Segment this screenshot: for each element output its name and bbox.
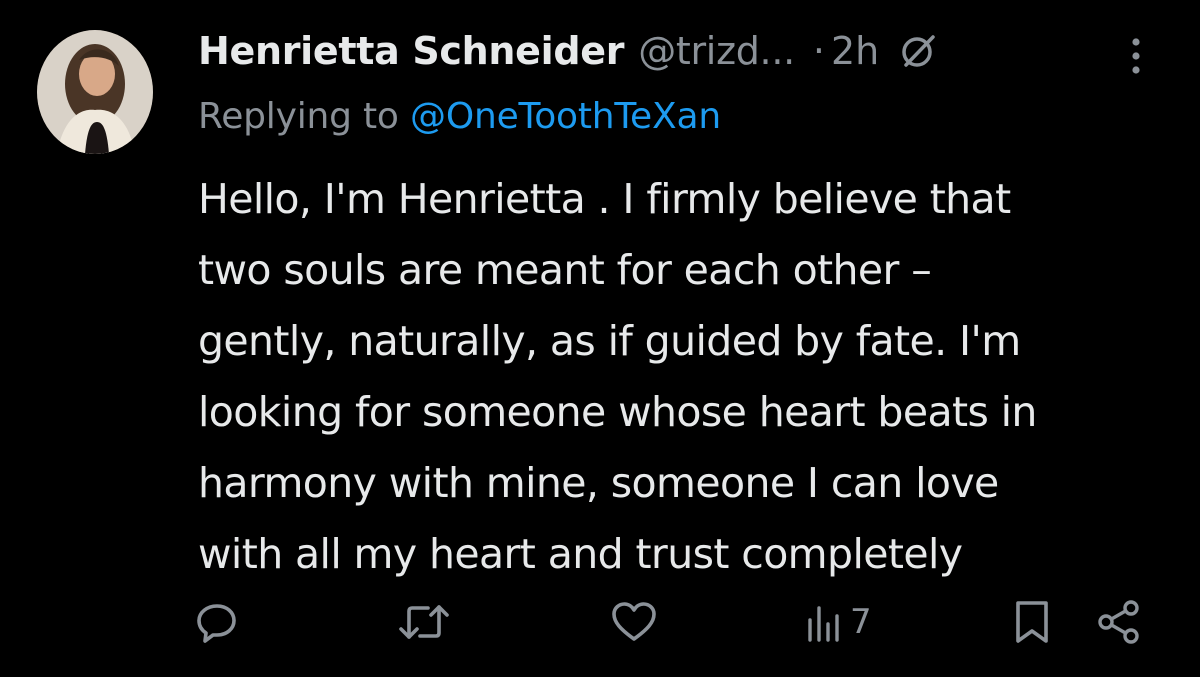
tweet-text-line: two souls are meant for each other – — [198, 246, 932, 294]
separator-dot: · — [812, 29, 825, 73]
views-icon — [808, 606, 839, 642]
like-button[interactable] — [610, 592, 658, 652]
tweet-text-line: Hello, I'm Henrietta . I firmly believe … — [198, 175, 1011, 223]
tweet[interactable]: Henrietta Schneider @trizd... · 2h Reply… — [0, 0, 1200, 677]
reply-button[interactable] — [194, 592, 240, 652]
tweet-text-line: with all my heart and trust completely — [198, 530, 963, 578]
grok-icon[interactable] — [897, 31, 937, 71]
retweet-icon — [399, 605, 449, 639]
tweet-text: Hello, I'm Henrietta . I firmly believe … — [198, 164, 1188, 590]
reply-context: Replying to @OneToothTeXan — [198, 96, 721, 137]
profile-photo — [37, 30, 153, 154]
views-button[interactable]: 7 — [806, 592, 872, 652]
tweet-text-line: harmony with mine, someone I can love — [198, 459, 999, 507]
heart-icon — [612, 602, 656, 641]
reply-icon — [197, 604, 236, 643]
avatar[interactable] — [37, 30, 153, 154]
tweet-text-line: looking for someone whose heart beats in — [198, 388, 1037, 436]
reply-mention-link[interactable]: @OneToothTeXan — [410, 96, 721, 137]
more-vertical-icon[interactable] — [1124, 34, 1148, 78]
tweet-text-line: gently, naturally, as if guided by fate.… — [198, 317, 1021, 365]
user-handle[interactable]: @trizd... — [638, 29, 795, 73]
share-button[interactable] — [1096, 592, 1142, 652]
retweet-button[interactable] — [398, 592, 450, 652]
display-name[interactable]: Henrietta Schneider — [198, 29, 624, 73]
bookmark-button[interactable] — [1014, 592, 1050, 652]
bookmark-icon — [1016, 601, 1048, 643]
action-bar: 7 — [0, 592, 1200, 652]
tweet-header: Henrietta Schneider @trizd... · 2h — [198, 26, 937, 76]
timestamp[interactable]: 2h — [831, 29, 879, 73]
views-count: 7 — [850, 602, 872, 642]
share-icon — [1098, 600, 1139, 644]
reply-prefix: Replying to — [198, 96, 399, 137]
